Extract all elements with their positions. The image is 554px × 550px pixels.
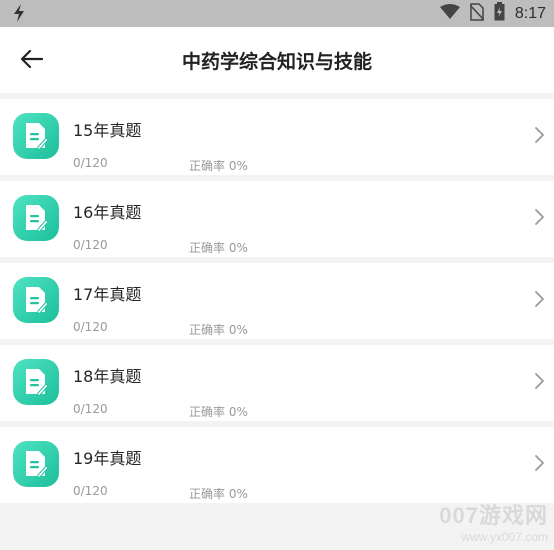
page-title: 中药学综合知识与技能 [181, 51, 372, 73]
watermark: 007游戏网 www.yx007.com [439, 498, 548, 544]
accuracy-rate: 正确率 0% [189, 241, 248, 255]
document-edit-icon [13, 195, 59, 241]
question-count: 0/120 [73, 484, 108, 498]
accuracy-rate: 正确率 0% [189, 487, 248, 501]
status-time: 8:17 [514, 4, 546, 22]
app-header: 中药学综合知识与技能 [0, 27, 554, 93]
list-item-exam-15[interactable]: 15年真题 0/120 正确率 0% [0, 99, 554, 175]
document-edit-icon [13, 113, 59, 159]
accuracy-rate: 正确率 0% [189, 405, 248, 419]
document-edit-icon [13, 441, 59, 487]
document-edit-icon [13, 359, 59, 405]
notification-logo-icon [12, 3, 26, 28]
question-count: 0/120 [73, 156, 108, 170]
exam-title: 19年真题 [73, 449, 142, 468]
question-count: 0/120 [73, 238, 108, 252]
question-count: 0/120 [73, 402, 108, 416]
battery-charging-icon [494, 2, 505, 25]
chevron-right-icon [532, 208, 546, 226]
document-edit-icon [13, 277, 59, 323]
watermark-url: www.yx007.com [461, 530, 548, 544]
chevron-right-icon [532, 290, 546, 308]
watermark-main: 007游戏网 [439, 503, 548, 528]
exam-title: 17年真题 [73, 285, 142, 304]
list-item-exam-17[interactable]: 17年真题 0/120 正确率 0% [0, 263, 554, 339]
list-item-exam-19[interactable]: 19年真题 0/120 正确率 0% [0, 427, 554, 503]
no-sim-icon [469, 2, 485, 25]
chevron-right-icon [532, 454, 546, 472]
exam-title: 15年真题 [73, 121, 142, 140]
exam-title: 16年真题 [73, 203, 142, 222]
chevron-right-icon [532, 126, 546, 144]
accuracy-rate: 正确率 0% [189, 159, 248, 173]
list-item-exam-16[interactable]: 16年真题 0/120 正确率 0% [0, 181, 554, 257]
exam-title: 18年真题 [73, 367, 142, 386]
chevron-right-icon [532, 372, 546, 390]
accuracy-rate: 正确率 0% [189, 323, 248, 337]
status-bar: 8:17 [0, 0, 554, 27]
question-count: 0/120 [73, 320, 108, 334]
exam-list: 15年真题 0/120 正确率 0% 16年真题 0/120 正确率 0% 17… [0, 99, 554, 509]
list-item-exam-18[interactable]: 18年真题 0/120 正确率 0% [0, 345, 554, 421]
wifi-icon [439, 3, 460, 24]
